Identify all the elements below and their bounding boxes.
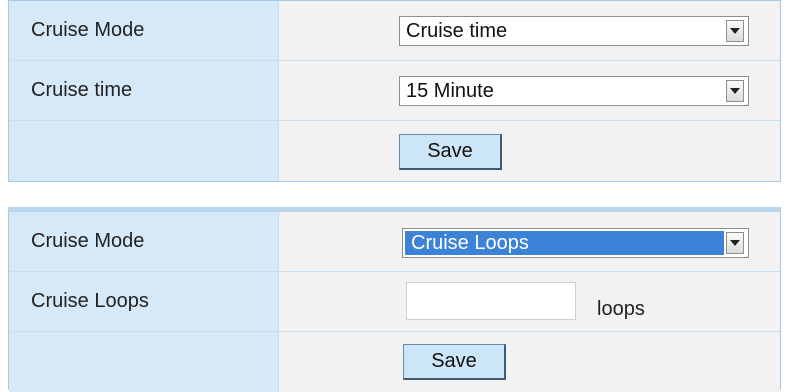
cruise-loops-label: Cruise Loops <box>9 272 279 331</box>
cruise-time-select-value: 15 Minute <box>406 79 494 102</box>
cruise-time-row: Cruise time 15 Minute <box>9 61 780 121</box>
cruise-mode-row: Cruise Mode Cruise Loops <box>9 212 780 272</box>
save-row: Save <box>9 332 780 392</box>
cruise-loops-settings-panel: Cruise Mode Cruise Loops Cruise Loops lo… <box>8 207 781 392</box>
empty-label-cell <box>9 121 279 181</box>
chevron-down-icon[interactable] <box>726 232 744 254</box>
cruise-loops-input[interactable] <box>406 282 576 320</box>
chevron-down-icon[interactable] <box>726 80 744 102</box>
save-row: Save <box>9 121 780 181</box>
cruise-loops-row: Cruise Loops loops <box>9 272 780 332</box>
cruise-time-select[interactable]: 15 Minute <box>399 76 749 106</box>
save-button[interactable]: Save <box>403 344 506 380</box>
cruise-mode-select[interactable]: Cruise Loops <box>402 228 749 258</box>
cruise-time-label: Cruise time <box>9 61 279 120</box>
cruise-mode-select-value: Cruise Loops <box>405 231 724 255</box>
cruise-mode-select-value: Cruise time <box>406 19 508 42</box>
empty-label-cell <box>9 332 279 392</box>
chevron-down-icon[interactable] <box>726 20 744 42</box>
cruise-mode-label: Cruise Mode <box>9 1 279 60</box>
loops-unit-label: loops <box>597 298 645 320</box>
cruise-mode-select[interactable]: Cruise time <box>399 16 749 46</box>
save-button[interactable]: Save <box>399 134 502 170</box>
cruise-mode-label: Cruise Mode <box>9 212 279 271</box>
cruise-mode-row: Cruise Mode Cruise time <box>9 1 780 61</box>
cruise-time-settings-panel: Cruise Mode Cruise time Cruise time 15 M… <box>8 0 781 182</box>
